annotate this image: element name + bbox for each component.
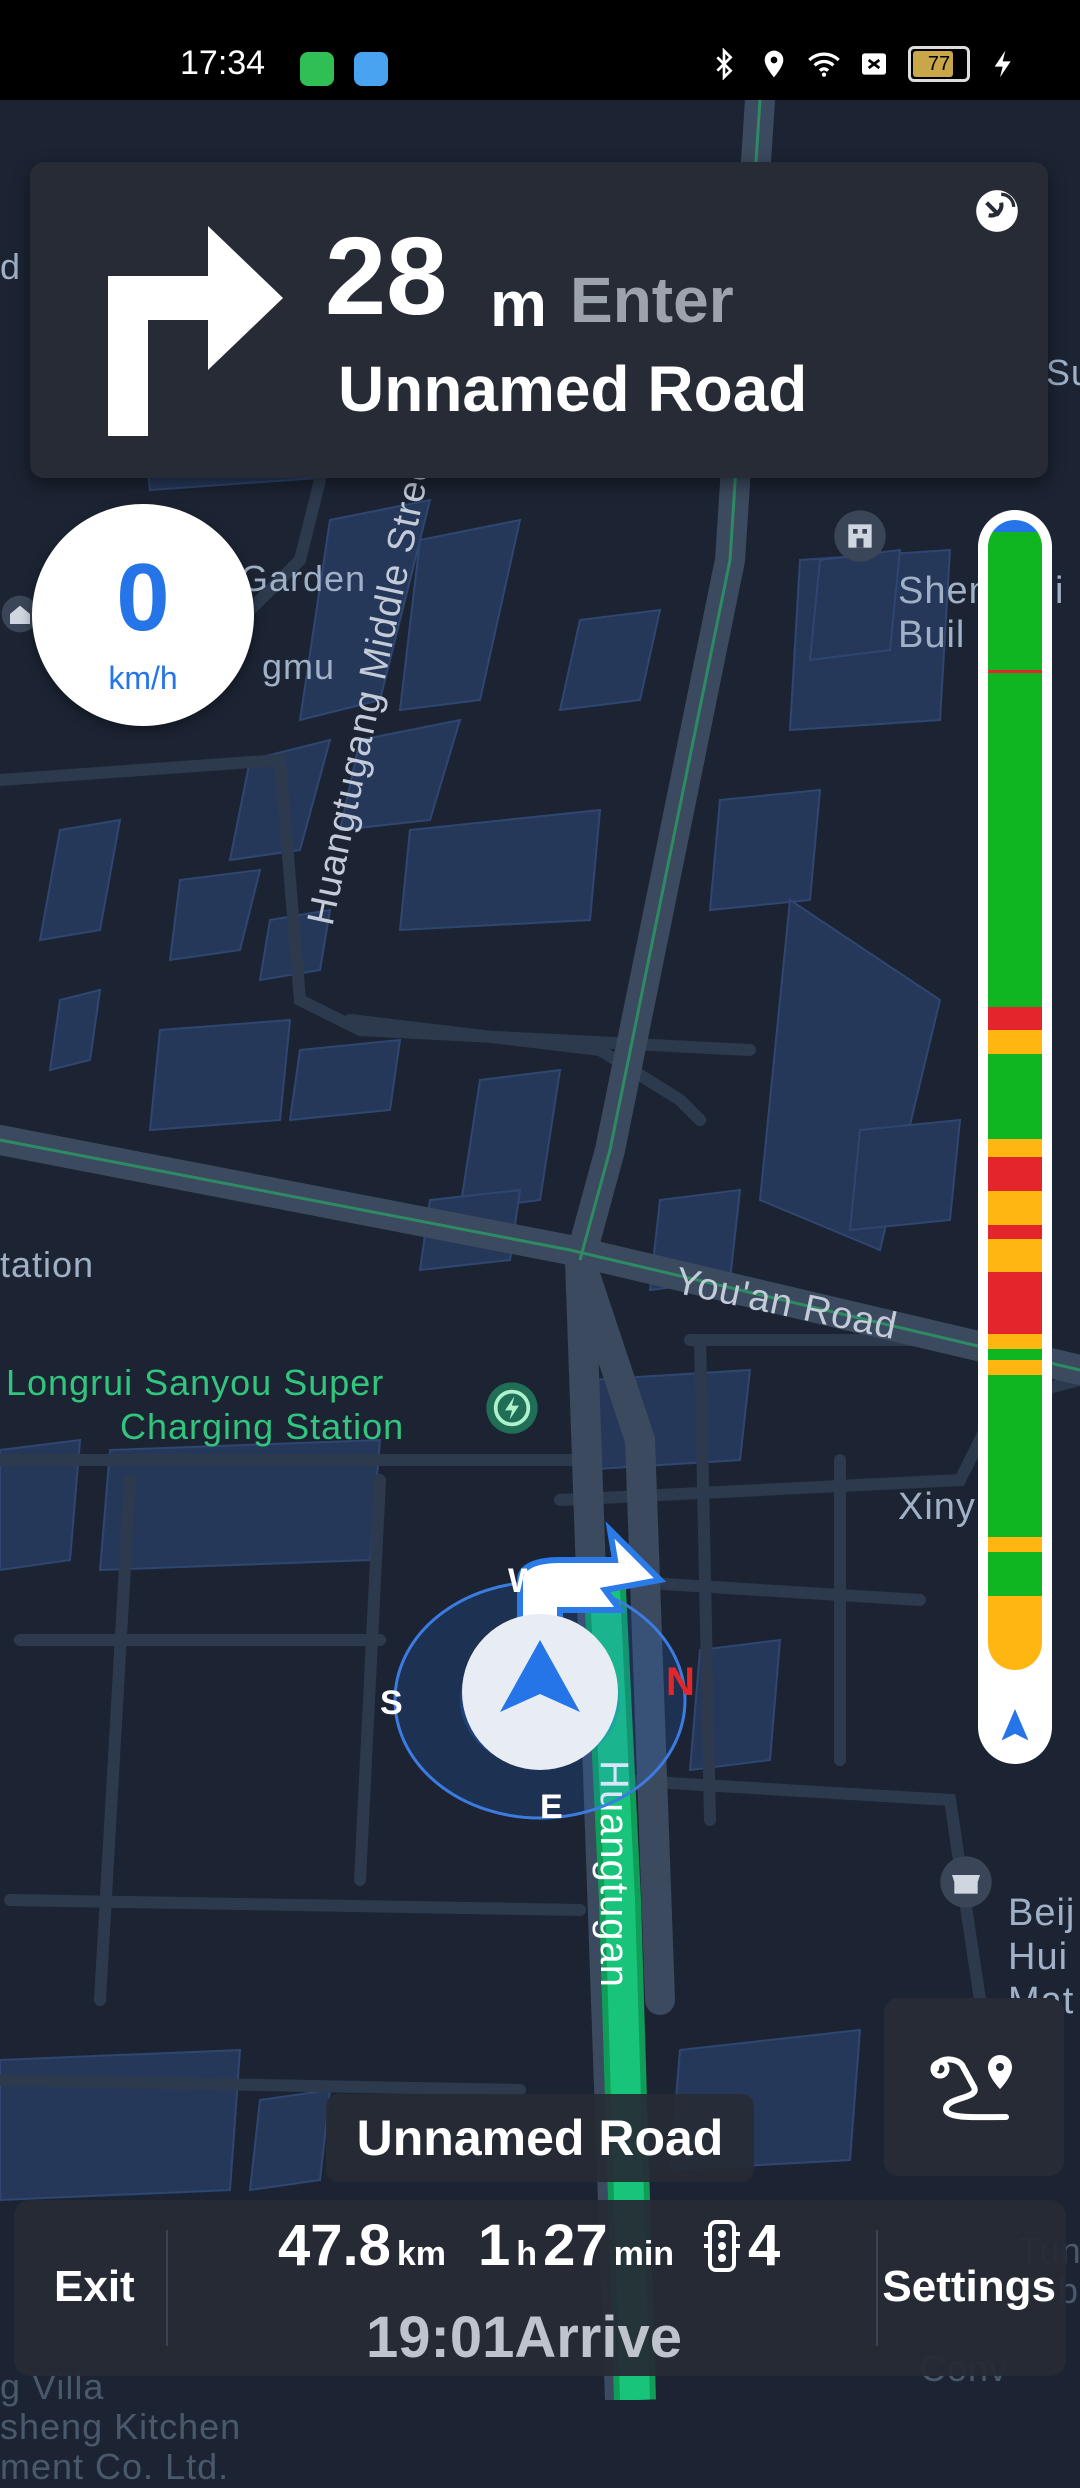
arrival-time: 19:01 [366,2305,515,2370]
store-poi-icon[interactable] [938,1854,994,1910]
trip-stats: 47.8 km 1 h 27 min 4 [278,2212,780,2279]
shield-app-icon [300,52,334,86]
traffic-segments [988,520,1042,1670]
route-overview-button[interactable] [884,1998,1064,2176]
traffic-segment [988,520,1042,532]
traffic-segment [988,531,1042,1007]
minutes-unit: min [613,2235,675,2273]
traffic-segment [988,1655,1042,1670]
traffic-segment [988,1537,1042,1553]
traffic-segment [988,1190,1042,1225]
settings-button[interactable]: Settings [882,2262,1056,2312]
traffic-segment [988,1139,1042,1157]
charging-icon [994,50,1011,78]
traffic-segment [988,1030,1042,1054]
map-label-bottom-left-3: ment Co. Ltd. [0,2446,230,2487]
distance-to-turn: 28 [325,215,448,338]
map-label-sheng-2: Buil [898,614,966,656]
remaining-distance: 47.8 [278,2213,391,2278]
bluetooth-icon [716,48,733,80]
compass-west: W [508,1562,541,1600]
divider-left [166,2230,168,2346]
charging-station-icon[interactable] [484,1380,540,1436]
weather-app-icon [354,52,388,86]
compass-south: S [380,1684,403,1722]
remaining-hours: 1 [478,2213,511,2278]
traffic-segment [988,670,1042,673]
map-label-xiny: Xiny [898,1486,976,1528]
map-label-beij-1: Beij [1008,1892,1076,1934]
battery-icon: 77 [908,46,970,82]
no-sim-icon [862,53,886,75]
map-label-garden: Garden [240,558,367,599]
compass-north: N [666,1660,695,1704]
divider-right [876,2230,878,2346]
trip-info-bar: Exit 47.8 km 1 h 27 min 4 19:01Arrive Se… [14,2200,1066,2376]
map-label-bottom-left-2: sheng Kitchen [0,2406,242,2447]
speed-unit: km/h [108,660,178,696]
arrival-info: 19:01Arrive [366,2304,682,2371]
hours-unit: h [516,2235,538,2273]
current-speed: 0 [116,544,170,651]
turn-right-arrow-icon [108,226,283,436]
map-label-charging-2: Charging Station [120,1406,405,1447]
distance-unit-km: km [396,2235,447,2273]
traffic-segment [988,1006,1042,1031]
next-road-name: Unnamed Road [338,353,808,425]
traffic-progress-bar [978,510,1052,1764]
speedometer: 0 km/h [32,504,254,726]
compass-east: E [540,1788,563,1826]
arrive-label: Arrive [514,2305,682,2370]
traffic-segment [988,1224,1042,1240]
battery-level: 77 [927,52,951,75]
traffic-segment [988,1239,1042,1272]
gps-signal-icon[interactable] [972,186,1022,236]
traffic-segment [988,1271,1042,1334]
map-label-garden-3: gmu [262,646,336,687]
traffic-segment [988,1348,1042,1361]
exit-button[interactable]: Exit [54,2262,135,2312]
traffic-segment [988,1375,1042,1538]
map-label-station: tation [0,1244,95,1285]
turn-guidance-card[interactable]: 28 m Enter Unnamed Road [30,162,1048,478]
location-icon [764,50,784,78]
status-time: 17:34 [180,44,266,82]
wifi-icon [808,52,840,77]
traffic-light-icon [704,2219,741,2272]
map-label-top-right: Su [1046,352,1080,393]
traffic-segment [988,1333,1042,1349]
remaining-minutes: 27 [543,2213,608,2278]
traffic-light-count: 4 [748,2213,781,2278]
traffic-segment [988,1156,1042,1191]
traffic-segment [988,1552,1042,1597]
traffic-segment [988,1360,1042,1376]
distance-unit: m [490,268,547,340]
vehicle-compass [393,1521,687,1820]
map-label-beij-2: Hui [1008,1936,1069,1978]
route-overview-icon [930,2055,1012,2121]
traffic-position-icon [990,1702,1040,1752]
current-road-name: Unnamed Road [326,2094,754,2182]
traffic-segment [988,1596,1042,1656]
traffic-segment [988,1053,1042,1140]
building-poi-icon[interactable] [832,508,888,564]
status-bar: 17:34 77 [0,0,1080,100]
map-label-charging-1: Longrui Sanyou Super [6,1362,385,1403]
turn-action: Enter [570,264,734,336]
